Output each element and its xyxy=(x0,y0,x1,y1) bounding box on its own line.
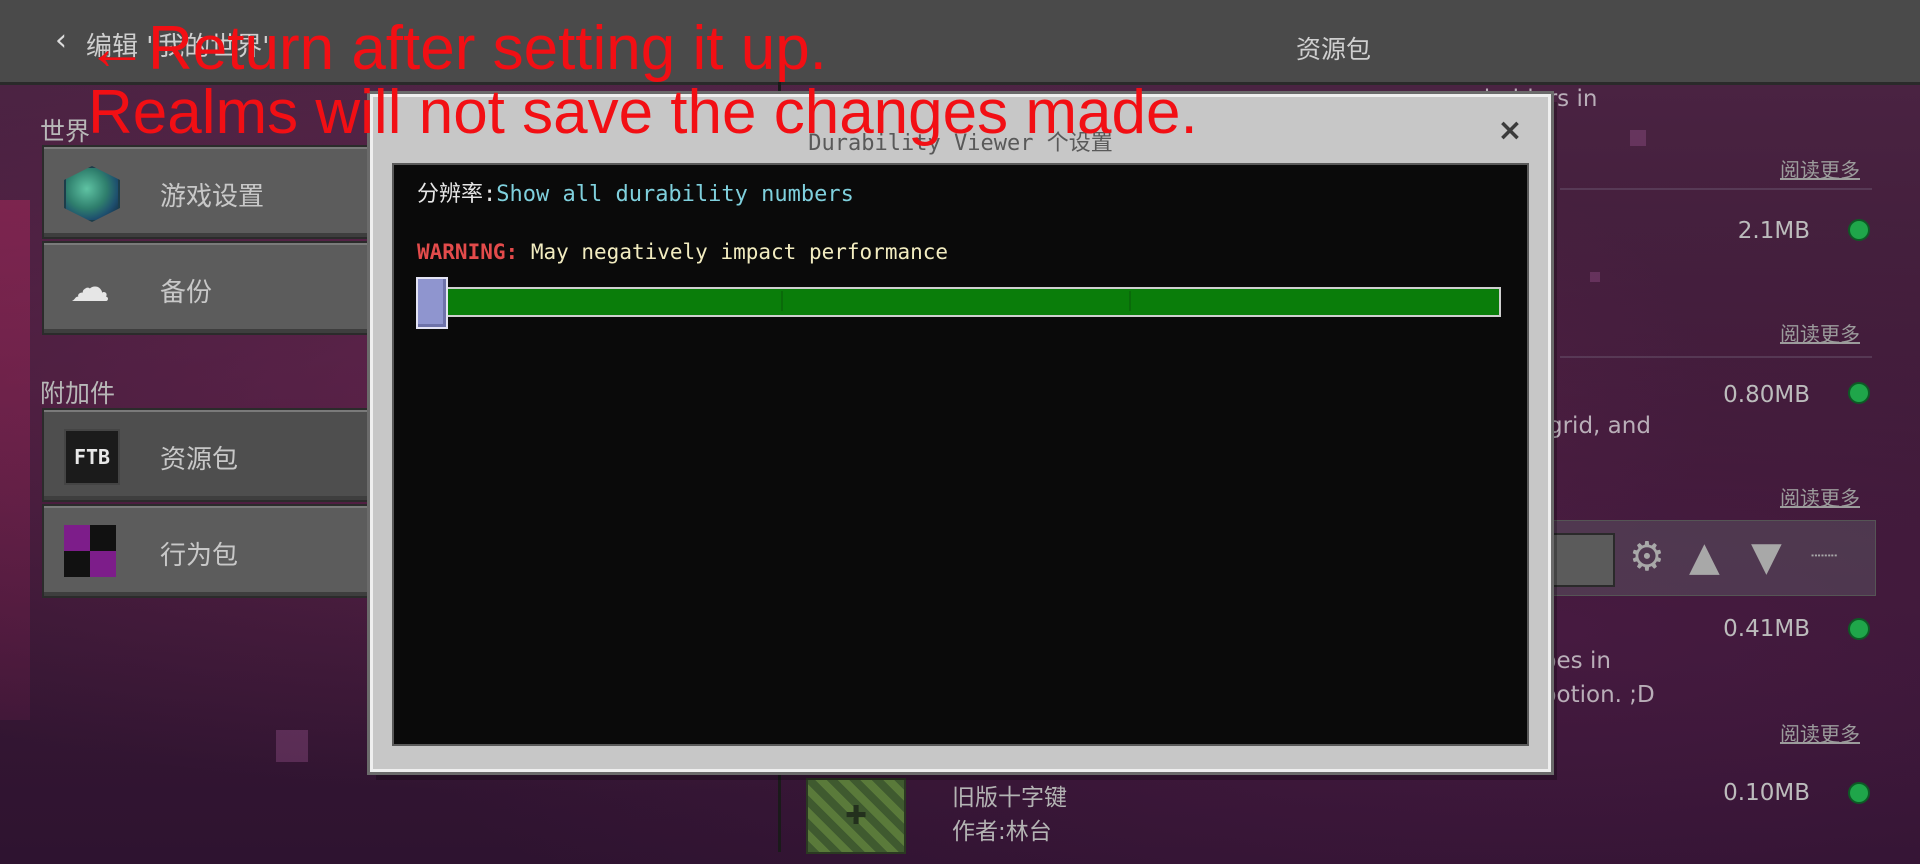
setting-value: Show all durability numbers xyxy=(496,182,854,207)
sidebar-item-resource-packs[interactable]: FTB 资源包 xyxy=(42,408,376,502)
sidebar-item-behavior-packs[interactable]: 行为包 xyxy=(42,504,376,598)
pack-description: grid, and xyxy=(1548,413,1651,439)
signal-icon: ┈┈ xyxy=(1811,544,1838,569)
slider-tick xyxy=(781,291,783,311)
arrow-up-icon[interactable]: ▲ xyxy=(1689,537,1720,577)
cloud-upload-icon: ☁ xyxy=(70,265,110,311)
sidebar-item-label: 行为包 xyxy=(160,541,239,571)
dpad-pack-thumbnail: ✚ xyxy=(806,778,906,854)
sidebar-item-label: 备份 xyxy=(160,278,213,308)
annotation-line-2: Realms will not save the changes made. xyxy=(88,78,1198,147)
warning-row: WARNING: May negatively impact performan… xyxy=(417,240,948,264)
setting-row: 分辨率:Show all durability numbers xyxy=(417,176,854,208)
setting-label: 分辨率: xyxy=(417,182,497,207)
arrow-down-icon[interactable]: ▼ xyxy=(1751,537,1782,577)
pack-size: 0.41MB xyxy=(1723,616,1810,642)
sidebar-item-label: 资源包 xyxy=(160,445,239,475)
status-dot xyxy=(1848,782,1870,804)
status-dot xyxy=(1848,219,1870,241)
slider-thumb[interactable] xyxy=(416,277,448,329)
settings-dialog: Durability Viewer 个设置 × 分辨率:Show all dur… xyxy=(370,94,1551,772)
background-pixel xyxy=(1630,130,1646,146)
back-icon[interactable]: ‹ xyxy=(46,26,76,56)
status-dot xyxy=(1848,382,1870,404)
annotation-line-1: ←Return after setting it up. xyxy=(86,14,827,83)
pack-size: 0.10MB xyxy=(1723,780,1810,806)
read-more-link[interactable]: 阅读更多 xyxy=(1780,318,1860,347)
pack-size: 2.1MB xyxy=(1737,218,1810,244)
sidebar-item-backup[interactable]: ☁ 备份 xyxy=(42,241,376,335)
row-separator xyxy=(1560,356,1872,358)
pack-toolbar: ⚙ ▲ ▼ ┈┈ xyxy=(1546,520,1876,596)
section-addons-label: 附加件 xyxy=(40,379,116,408)
pack-slot[interactable] xyxy=(1551,533,1615,587)
durability-slider-track[interactable] xyxy=(434,287,1501,317)
status-dot xyxy=(1848,618,1870,640)
page-title: 资源包 xyxy=(1296,35,1372,64)
warning-label: WARNING: xyxy=(417,240,519,264)
background-pixel xyxy=(1590,272,1600,282)
globe-icon xyxy=(64,166,120,222)
sidebar-item-label: 游戏设置 xyxy=(160,182,265,212)
dialog-content: 分辨率:Show all durability numbers WARNING:… xyxy=(392,163,1529,746)
read-more-link[interactable]: 阅读更多 xyxy=(1780,718,1860,747)
sidebar-item-game-settings[interactable]: 游戏设置 xyxy=(42,145,376,239)
checker-icon xyxy=(64,525,116,577)
background-glow xyxy=(0,200,30,720)
pack-name: 旧版十字键 xyxy=(952,785,1067,811)
gear-icon[interactable]: ⚙ xyxy=(1629,537,1665,577)
section-world-label: 世界 xyxy=(40,117,91,146)
ftb-pack-icon: FTB xyxy=(64,429,120,485)
pack-size: 0.80MB xyxy=(1723,382,1810,408)
warning-text: May negatively impact performance xyxy=(530,240,949,264)
close-icon[interactable]: × xyxy=(1494,115,1526,147)
read-more-link[interactable]: 阅读更多 xyxy=(1780,154,1860,183)
row-separator xyxy=(1560,188,1872,190)
slider-tick xyxy=(1129,291,1131,311)
background-pixel xyxy=(276,730,308,762)
read-more-link[interactable]: 阅读更多 xyxy=(1780,482,1860,511)
pack-author: 作者:林台 xyxy=(952,819,1052,845)
